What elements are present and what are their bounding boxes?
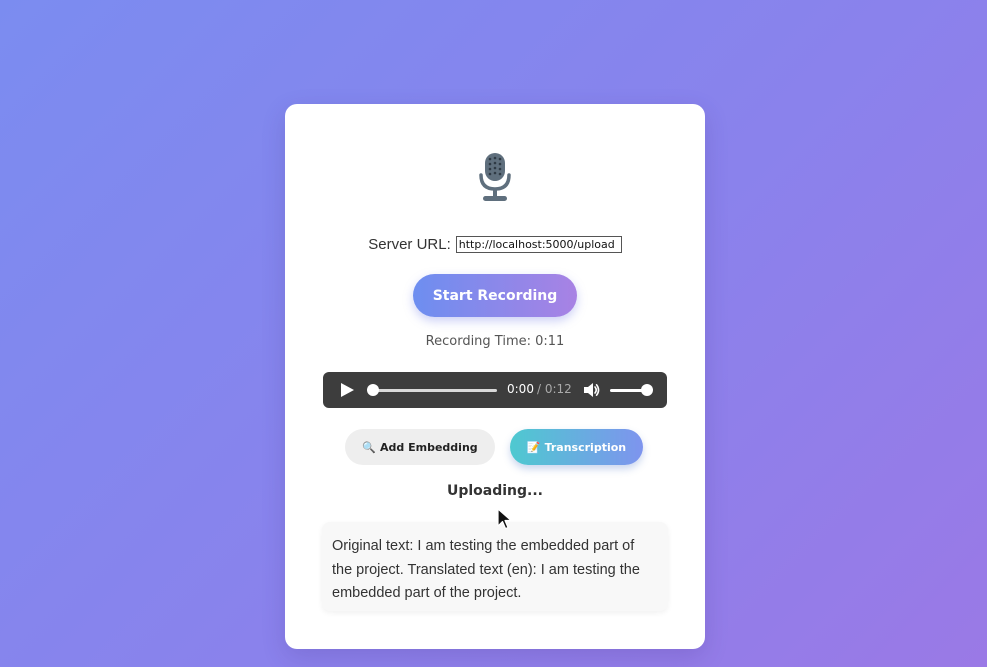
server-url-label: Server URL:: [368, 236, 451, 253]
magnifier-icon: 🔍: [362, 440, 377, 454]
microphone-icon: [479, 153, 511, 201]
volume-handle[interactable]: [641, 384, 653, 396]
start-recording-button[interactable]: Start Recording: [413, 274, 577, 317]
add-embedding-label: Add Embedding: [380, 440, 478, 454]
status-text: Uploading...: [446, 483, 544, 499]
result-text: Original text: I am testing the embedded…: [322, 522, 668, 611]
mouse-cursor-icon: [497, 508, 512, 530]
duration: / 0:12: [537, 382, 572, 396]
volume-icon[interactable]: [582, 381, 600, 399]
server-url-row: Server URL:: [285, 236, 705, 253]
seek-handle[interactable]: [367, 384, 379, 396]
seek-bar[interactable]: [371, 389, 497, 392]
transcription-button[interactable]: 📝 Transcription: [510, 429, 643, 465]
current-time: 0:00: [507, 382, 534, 396]
add-embedding-button[interactable]: 🔍 Add Embedding: [345, 429, 495, 465]
transcription-label: Transcription: [544, 440, 627, 454]
memo-icon: 📝: [526, 440, 541, 454]
play-icon[interactable]: [339, 382, 355, 398]
server-url-input[interactable]: [455, 236, 622, 253]
recording-time: Recording Time: 0:11: [425, 334, 565, 349]
recorder-card: Server URL: Start Recording Recording Ti…: [285, 104, 705, 649]
audio-player: 0:00 / 0:12: [323, 372, 667, 408]
